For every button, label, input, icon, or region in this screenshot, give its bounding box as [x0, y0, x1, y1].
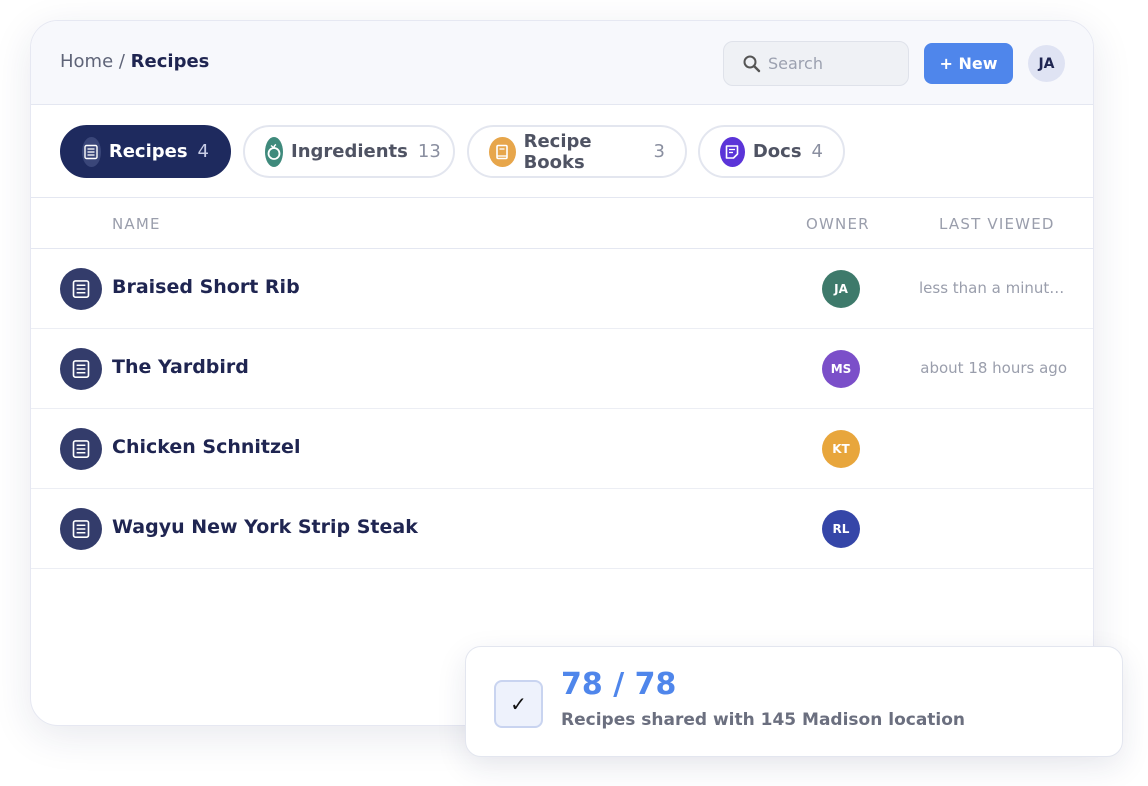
table-row[interactable]: The Yardbird MS about 18 hours ago — [31, 329, 1093, 409]
tab-recipes[interactable]: Recipes 4 — [60, 125, 231, 178]
top-bar: Home / Recipes + New JA — [31, 21, 1093, 105]
recipe-list-icon — [60, 428, 102, 470]
breadcrumb-home[interactable]: Home — [60, 51, 113, 72]
column-name[interactable]: NAME — [112, 215, 161, 233]
tab-recipe-books[interactable]: Recipe Books 3 — [467, 125, 687, 178]
recipes-panel: Home / Recipes + New JA Recipes 4 — [30, 20, 1094, 726]
tab-label: Recipe Books — [523, 130, 592, 173]
recipe-name[interactable]: Braised Short Rib — [112, 276, 300, 298]
recipe-name[interactable]: Wagyu New York Strip Steak — [112, 516, 418, 538]
tab-count: 13 — [417, 141, 441, 162]
tab-count: 4 — [811, 141, 823, 162]
document-icon — [720, 136, 745, 167]
recipe-list-icon — [60, 508, 102, 550]
search-box[interactable] — [723, 41, 909, 86]
recipe-list-icon — [60, 348, 102, 390]
column-owner[interactable]: OWNER — [806, 215, 870, 233]
search-icon — [743, 55, 761, 72]
user-avatar[interactable]: JA — [1028, 45, 1065, 82]
apple-icon — [265, 136, 283, 167]
new-button[interactable]: + New — [924, 43, 1013, 84]
recipe-list-icon — [82, 136, 101, 167]
tab-count: 4 — [197, 141, 209, 162]
share-notification: ✓ 78 / 78 Recipes shared with 145 Madiso… — [465, 646, 1123, 757]
breadcrumb-separator: / — [113, 51, 131, 72]
breadcrumb-current: Recipes — [130, 51, 210, 72]
checkmark-icon: ✓ — [494, 680, 543, 728]
tab-docs[interactable]: Docs 4 — [698, 125, 845, 178]
book-icon — [489, 136, 516, 167]
last-viewed: about 18 hours ago — [920, 359, 1067, 377]
tab-ingredients[interactable]: Ingredients 13 — [243, 125, 455, 178]
column-last-viewed[interactable]: LAST VIEWED — [939, 215, 1055, 233]
recipe-list-icon — [60, 268, 102, 310]
recipe-name[interactable]: The Yardbird — [112, 356, 249, 378]
owner-avatar: MS — [822, 350, 860, 388]
tab-label: Docs — [752, 141, 802, 162]
search-input[interactable] — [768, 54, 898, 73]
share-count: 78 / 78 — [561, 667, 677, 702]
last-viewed: less than a minute ago — [919, 279, 1067, 297]
owner-avatar: RL — [822, 510, 860, 548]
tab-label: Ingredients — [291, 141, 408, 162]
table-row[interactable]: Chicken Schnitzel KT — [31, 409, 1093, 489]
recipe-name[interactable]: Chicken Schnitzel — [112, 436, 300, 458]
owner-avatar: JA — [822, 270, 860, 308]
table-row[interactable]: Wagyu New York Strip Steak RL — [31, 489, 1093, 569]
share-message: Recipes shared with 145 Madison location — [561, 710, 966, 730]
table-header: NAME OWNER LAST VIEWED — [31, 197, 1093, 249]
table-row[interactable]: Braised Short Rib JA less than a minute … — [31, 249, 1093, 329]
tab-count: 3 — [653, 141, 665, 162]
tab-label: Recipes — [108, 141, 188, 162]
breadcrumb: Home / Recipes — [60, 51, 209, 72]
owner-avatar: KT — [822, 430, 860, 468]
